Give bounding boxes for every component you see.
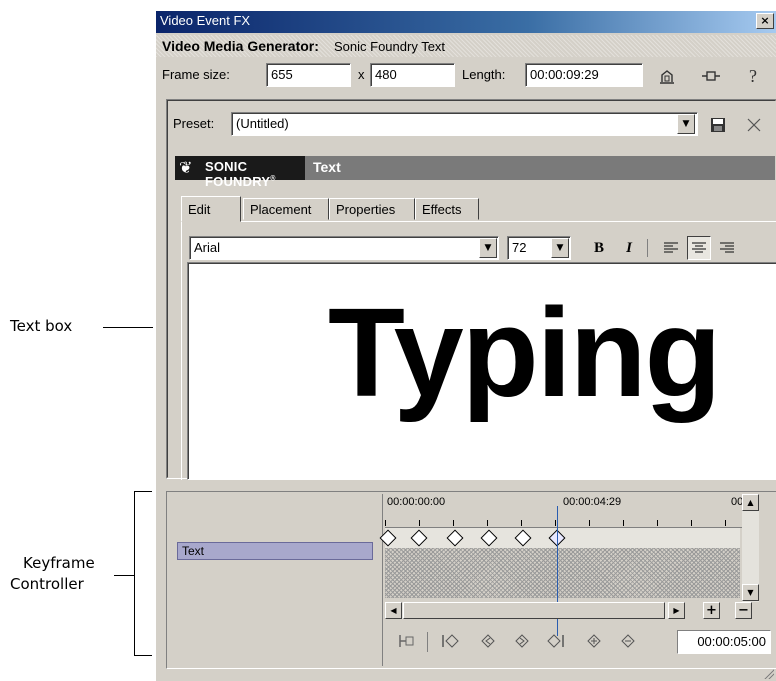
font-select[interactable]: Arial <box>189 236 499 260</box>
font-size-dropdown-chevron-down-icon[interactable]: ▼ <box>551 238 569 258</box>
tab-placement[interactable]: Placement <box>243 198 329 220</box>
scroll-thumb[interactable] <box>403 602 665 619</box>
ruler-ticks <box>385 514 757 526</box>
keyframe-timeline: 00:00:00:00 00:00:04:29 00: ▲ ▼ ◀ ▶ + − … <box>379 494 775 666</box>
sonic-foundry-logo: ❦ SONIC FOUNDRY® <box>175 156 305 189</box>
horizontal-scrollbar[interactable]: ◀ ▶ <box>385 602 685 619</box>
keyframe-controller: Text 00:00:00:00 00:00:04:29 00: ▲ ▼ ◀ ▶… <box>166 491 776 669</box>
tab-properties[interactable]: Properties <box>329 198 415 220</box>
toolbar-separator <box>427 632 428 652</box>
generator-value: Sonic Foundry Text <box>334 39 446 54</box>
frame-size-label: Frame size: <box>162 67 230 82</box>
italic-button[interactable]: I <box>617 236 641 260</box>
bold-button[interactable]: B <box>587 236 611 260</box>
callout-keyframe-line1: Keyframe <box>23 554 95 572</box>
preset-dropdown-chevron-down-icon[interactable]: ▼ <box>677 114 695 134</box>
align-center-icon[interactable] <box>687 236 711 260</box>
resize-grip-icon[interactable] <box>762 667 774 679</box>
title-bar[interactable]: Video Event FX × <box>156 11 776 33</box>
close-icon[interactable]: × <box>756 13 774 29</box>
plugin-banner: ❦ SONIC FOUNDRY® Text <box>175 156 775 189</box>
delete-icon[interactable] <box>743 114 765 136</box>
callout-text-box-line <box>103 327 153 328</box>
frame-height-input[interactable]: 480 <box>370 63 455 87</box>
tab-edit[interactable]: Edit <box>181 196 241 222</box>
previous-keyframe-icon[interactable] <box>475 628 501 654</box>
callout-keyframe-bracket-bottom <box>134 655 152 656</box>
zoom-in-button[interactable]: + <box>703 602 720 619</box>
text-box[interactable]: Typing <box>187 262 776 480</box>
keyframe-time-display[interactable]: 00:00:05:00 <box>677 630 771 654</box>
frame-x-label: x <box>358 67 365 82</box>
add-keyframe-icon[interactable] <box>581 628 607 654</box>
sonic-foundry-logo-icon: ❦ <box>179 158 193 177</box>
scroll-left-icon[interactable]: ◀ <box>385 602 402 619</box>
scroll-down-icon[interactable]: ▼ <box>742 584 759 601</box>
plugin-panel: Preset: (Untitled) ▼ ❦ SONIC FOUNDRY® Te… <box>166 99 776 480</box>
length-input[interactable]: 00:00:09:29 <box>525 63 643 87</box>
first-keyframe-icon[interactable] <box>437 628 463 654</box>
tab-effects[interactable]: Effects <box>415 198 479 220</box>
video-event-fx-window: Video Event FX × Video Media Generator: … <box>155 10 776 681</box>
preset-select[interactable]: (Untitled) <box>231 112 698 136</box>
last-keyframe-icon[interactable] <box>543 628 569 654</box>
format-separator <box>647 239 648 257</box>
delete-keyframe-icon[interactable] <box>615 628 641 654</box>
length-label: Length: <box>462 67 506 82</box>
ruler-label-mid: 00:00:04:29 <box>563 496 622 508</box>
generator-label: Video Media Generator: <box>162 38 319 54</box>
save-icon[interactable] <box>707 114 729 136</box>
align-left-icon[interactable] <box>659 236 683 260</box>
keyframe-track-text[interactable]: Text <box>177 542 373 560</box>
scroll-right-icon[interactable]: ▶ <box>668 602 685 619</box>
preset-label: Preset: <box>173 116 215 131</box>
callout-keyframe-bracket-top <box>134 491 152 492</box>
text-content: Typing <box>328 282 722 423</box>
banner-plugin-title: Text <box>313 159 341 175</box>
window-title: Video Event FX <box>160 13 251 28</box>
scroll-up-icon[interactable]: ▲ <box>742 494 759 511</box>
properties-icon[interactable] <box>656 65 678 87</box>
next-keyframe-icon[interactable] <box>509 628 535 654</box>
callout-text-box: Text box <box>10 317 73 335</box>
banner-brand: SONIC FOUNDRY® <box>205 159 276 189</box>
callout-keyframe-pointer <box>114 575 134 576</box>
keyframe-toolbar: 00:00:05:00 <box>385 622 775 662</box>
callout-keyframe-line2: Controller <box>10 575 84 593</box>
align-right-icon[interactable] <box>715 236 739 260</box>
timeline-ruler: 00:00:00:00 00:00:04:29 00: <box>385 494 757 528</box>
frame-width-input[interactable]: 655 <box>266 63 351 87</box>
ruler-label-start: 00:00:00:00 <box>387 496 446 508</box>
plugin-chain-icon[interactable] <box>700 65 722 87</box>
generator-row: Video Media Generator: Sonic Foundry Tex… <box>156 35 776 57</box>
callout-keyframe-bracket-vertical <box>134 491 135 656</box>
sync-cursor-icon[interactable] <box>393 628 419 654</box>
zoom-out-button[interactable]: − <box>735 602 752 619</box>
help-icon[interactable]: ? <box>742 65 764 87</box>
vertical-scrollbar[interactable]: ▲ ▼ <box>742 494 759 602</box>
keyframe-track-list: Text <box>169 494 383 666</box>
font-dropdown-chevron-down-icon[interactable]: ▼ <box>479 238 497 258</box>
